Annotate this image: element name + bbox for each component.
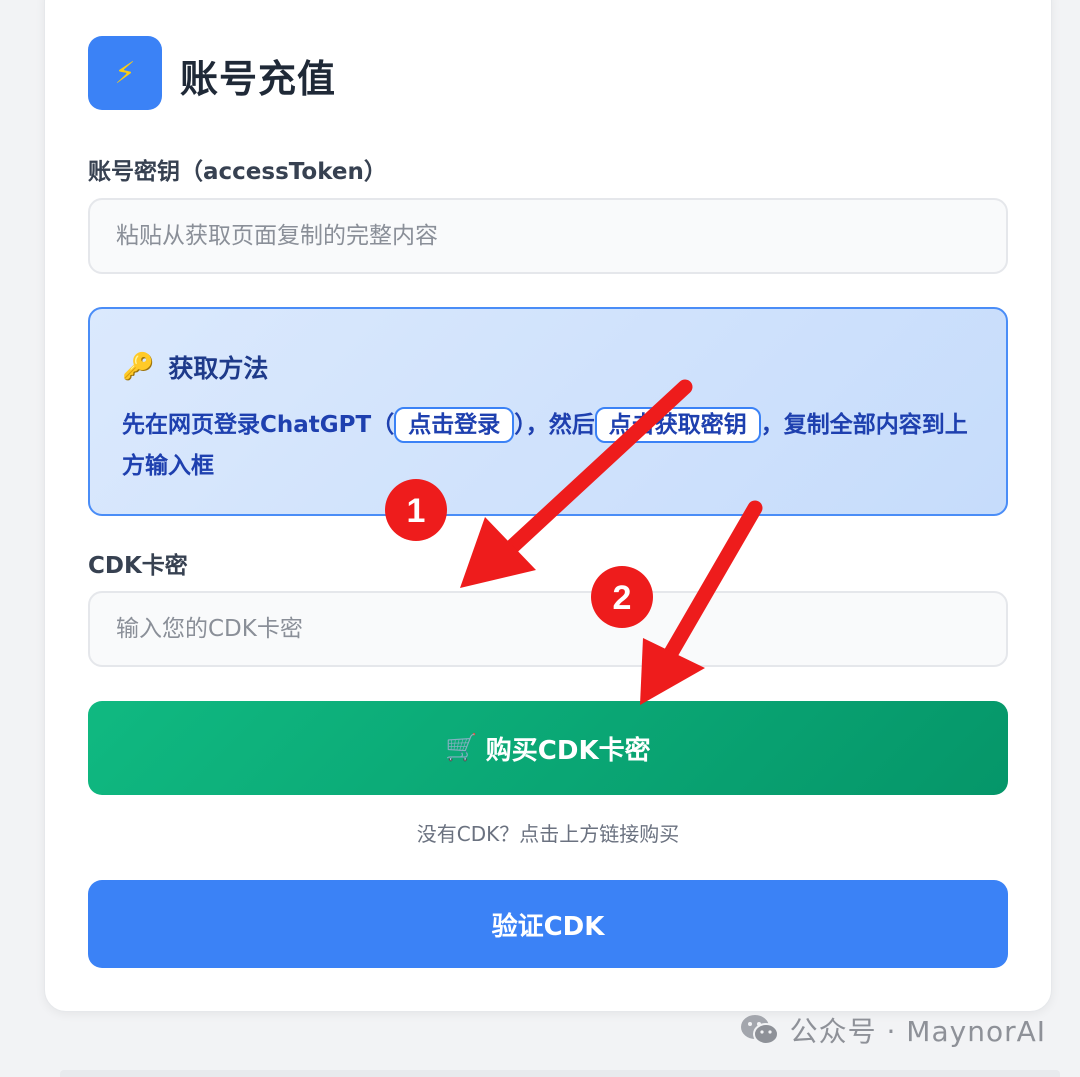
buy-cdk-label: 购买CDK卡密 <box>485 735 651 766</box>
watermark-text: 公众号 · MaynorAI <box>789 1015 1046 1048</box>
app-logo: ⚡ <box>88 36 162 110</box>
key-icon: 🔑 <box>122 352 155 382</box>
page-title: 账号充值 <box>180 57 337 101</box>
wechat-icon <box>740 1015 779 1045</box>
access-token-label: 账号密钥（accessToken） <box>88 159 387 185</box>
verify-cdk-label: 验证CDK <box>491 911 605 942</box>
cdk-label: CDK卡密 <box>88 553 188 579</box>
howto-text-middle: ），然后 <box>514 412 595 438</box>
howto-title-text: 获取方法 <box>168 354 269 383</box>
cart-icon: 🛒 <box>445 733 478 763</box>
howto-title: 🔑 获取方法 <box>122 349 268 385</box>
access-token-input[interactable] <box>88 198 1008 274</box>
howto-text-before: 先在网页登录ChatGPT（ <box>122 412 395 438</box>
buy-hint: 没有CDK？点击上方链接购买 <box>416 822 680 846</box>
get-key-link[interactable]: 点击获取密钥 <box>594 407 761 443</box>
page: ⚡ 账号充值 账号密钥（accessToken） 🔑 获取方法 先在网页登录Ch… <box>0 0 1080 1077</box>
howto-panel: 🔑 获取方法 先在网页登录ChatGPT（ 点击登录 ），然后 点击获取密钥 ，复制全部… <box>88 307 1008 516</box>
cdk-input[interactable] <box>88 591 1008 667</box>
login-link[interactable]: 点击登录 <box>394 407 515 443</box>
lightning-icon: ⚡ <box>114 55 136 91</box>
buy-cdk-button[interactable]: 🛒 购买CDK卡密 <box>88 701 1008 795</box>
bottom-edge <box>60 1070 1060 1077</box>
verify-cdk-button[interactable]: 验证CDK <box>88 880 1008 968</box>
howto-instructions: 先在网页登录ChatGPT（ 点击登录 ），然后 点击获取密钥 ，复制全部内容到上方输入… <box>122 405 982 487</box>
watermark: 公众号 · MaynorAI <box>740 1010 1046 1050</box>
